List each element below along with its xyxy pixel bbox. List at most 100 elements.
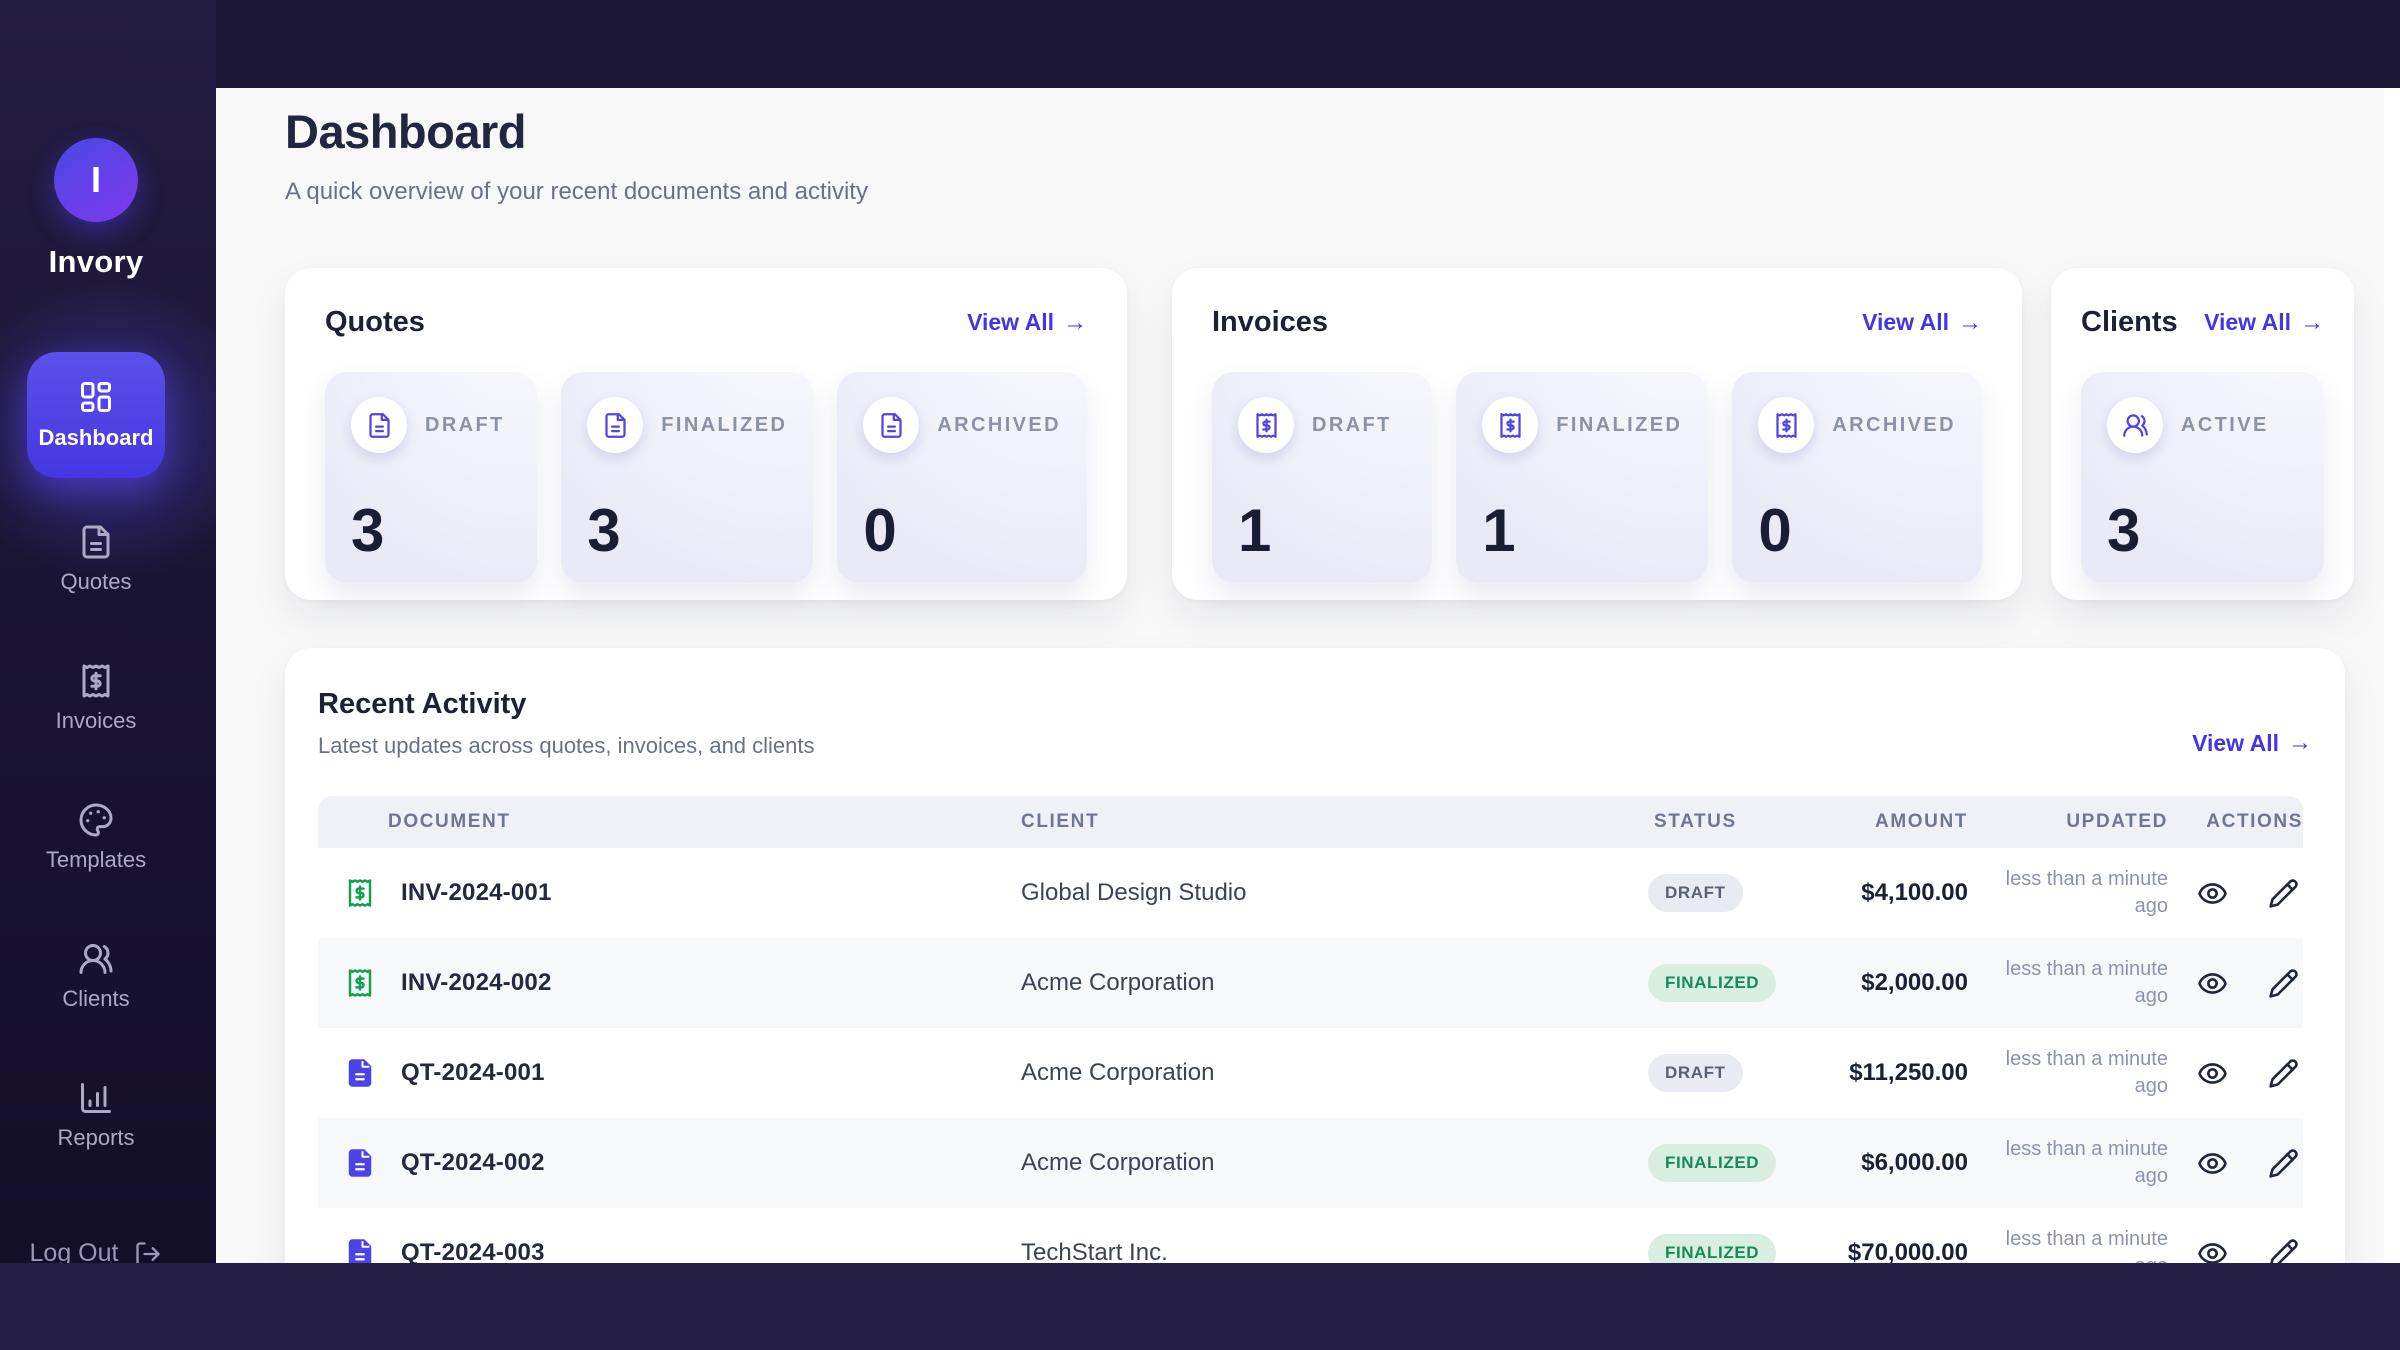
stat-value: 0 [863,501,1061,561]
view-all-label: View All [2204,309,2291,336]
view-button[interactable] [2197,968,2228,999]
sidebar-item-label: Dashboard [39,425,154,451]
sidebar-item-quotes[interactable]: Quotes [61,524,132,595]
arrow-right-icon: → [2300,309,2324,337]
stat-label: ARCHIVED [937,414,1061,437]
updated-time: less than a minute ago [1968,956,2168,1010]
sidebar-item-label: Reports [57,1125,134,1151]
table-header-row: DOCUMENT CLIENT STATUS AMOUNT UPDATED AC… [318,796,2303,848]
view-all-label: View All [967,309,1054,336]
status-badge: DRAFT [1648,874,1743,912]
status-badge: FINALIZED [1648,1234,1776,1263]
sidebar-item-reports[interactable]: Reports [57,1080,134,1151]
clients-view-all-link[interactable]: View All → [2204,309,2324,337]
bottom-band [0,1263,2400,1350]
receipt-icon [78,663,114,699]
stat-value: 1 [1482,501,1682,561]
recent-activity-title: Recent Activity [318,688,815,721]
card-title: Quotes [325,306,425,339]
arrow-right-icon: → [1063,309,1087,337]
updated-time: less than a minute ago [1968,866,2168,920]
sidebar-item-dashboard[interactable]: Dashboard [27,352,165,478]
table-row: QT-2024-002 Acme Corporation FINALIZED $… [318,1118,2303,1208]
quotes-view-all-link[interactable]: View All → [967,309,1087,337]
edit-button[interactable] [2268,1238,2299,1264]
page-subtitle: A quick overview of your recent document… [285,178,868,206]
stat-label: DRAFT [425,414,505,437]
document-id: QT-2024-003 [401,1239,545,1263]
stat-value: 3 [351,501,511,561]
column-header-client: CLIENT [958,811,1648,833]
edit-button[interactable] [2268,878,2299,909]
pencil-icon [2268,1148,2299,1179]
view-button[interactable] [2197,1238,2228,1264]
arrow-right-icon: → [1958,309,1982,337]
stat-tile-quotes-finalized: FINALIZED 3 [561,371,813,583]
document-id: QT-2024-001 [401,1059,545,1087]
invoices-view-all-link[interactable]: View All → [1862,309,1982,337]
stat-label: ARCHIVED [1832,414,1956,437]
column-header-updated: UPDATED [1968,811,2168,833]
column-header-actions: ACTIONS [2168,811,2303,833]
sidebar-nav: Dashboard Quotes Invoices Templates Clie… [0,352,192,1268]
app-root: I Invory Dashboard Quotes Invoices [0,0,2400,1350]
file-text-icon [878,412,905,439]
client-name: Acme Corporation [958,1059,1648,1087]
quote-file-icon [345,1148,375,1178]
client-name: Acme Corporation [958,1149,1648,1177]
brand-logo[interactable]: I [54,138,138,222]
view-button[interactable] [2197,1058,2228,1089]
amount: $6,000.00 [1828,1149,1968,1177]
eye-icon [2197,968,2228,999]
file-text-icon [366,412,393,439]
brand-initial: I [91,159,101,201]
updated-time: less than a minute ago [1968,1226,2168,1263]
stat-value: 3 [2107,501,2298,561]
view-button[interactable] [2197,878,2228,909]
stat-tile-invoices-archived: ARCHIVED 0 [1732,371,1982,583]
status-badge: DRAFT [1648,1054,1743,1092]
column-header-amount: AMOUNT [1828,811,1968,833]
scrollbar-track[interactable] [2384,88,2400,1263]
view-button[interactable] [2197,1148,2228,1179]
arrow-right-icon: → [2288,729,2312,757]
sidebar-item-invoices[interactable]: Invoices [56,663,137,734]
column-header-status: STATUS [1648,811,1828,833]
palette-icon [78,802,114,838]
status-badge: FINALIZED [1648,1144,1776,1182]
recent-activity-subtitle: Latest updates across quotes, invoices, … [318,733,815,759]
recent-activity-card: Recent Activity Latest updates across qu… [285,648,2345,1263]
stat-tile-quotes-draft: DRAFT 3 [325,371,537,583]
dashboard-icon [78,379,114,415]
recent-view-all-link[interactable]: View All → [2192,729,2312,757]
quotes-summary-card: Quotes View All → DRAFT 3 FI [285,268,1127,600]
eye-icon [2197,1148,2228,1179]
eye-icon [2197,1238,2228,1264]
invoice-receipt-icon [345,878,375,908]
edit-button[interactable] [2268,1058,2299,1089]
receipt-icon [1497,412,1524,439]
status-badge: FINALIZED [1648,964,1776,1002]
receipt-icon [1773,412,1800,439]
stat-value: 1 [1238,501,1406,561]
stat-tile-clients-active: ACTIVE 3 [2081,371,2324,583]
edit-button[interactable] [2268,1148,2299,1179]
document-id: QT-2024-002 [401,1149,545,1177]
edit-button[interactable] [2268,968,2299,999]
eye-icon [2197,878,2228,909]
pencil-icon [2268,878,2299,909]
client-name: Global Design Studio [958,879,1648,907]
sidebar-item-label: Clients [62,986,129,1012]
updated-time: less than a minute ago [1968,1136,2168,1190]
stat-tile-quotes-archived: ARCHIVED 0 [837,371,1087,583]
sidebar-item-templates[interactable]: Templates [46,802,146,873]
sidebar-item-clients[interactable]: Clients [62,941,129,1012]
column-header-document: DOCUMENT [318,811,958,833]
pencil-icon [2268,1058,2299,1089]
client-name: TechStart Inc. [958,1239,1648,1263]
main-content: Dashboard A quick overview of your recen… [216,88,2400,1263]
table-row: QT-2024-003 TechStart Inc. FINALIZED $70… [318,1208,2303,1263]
pencil-icon [2268,1238,2299,1264]
brand-name: Invory [49,244,144,280]
amount: $11,250.00 [1828,1059,1968,1087]
